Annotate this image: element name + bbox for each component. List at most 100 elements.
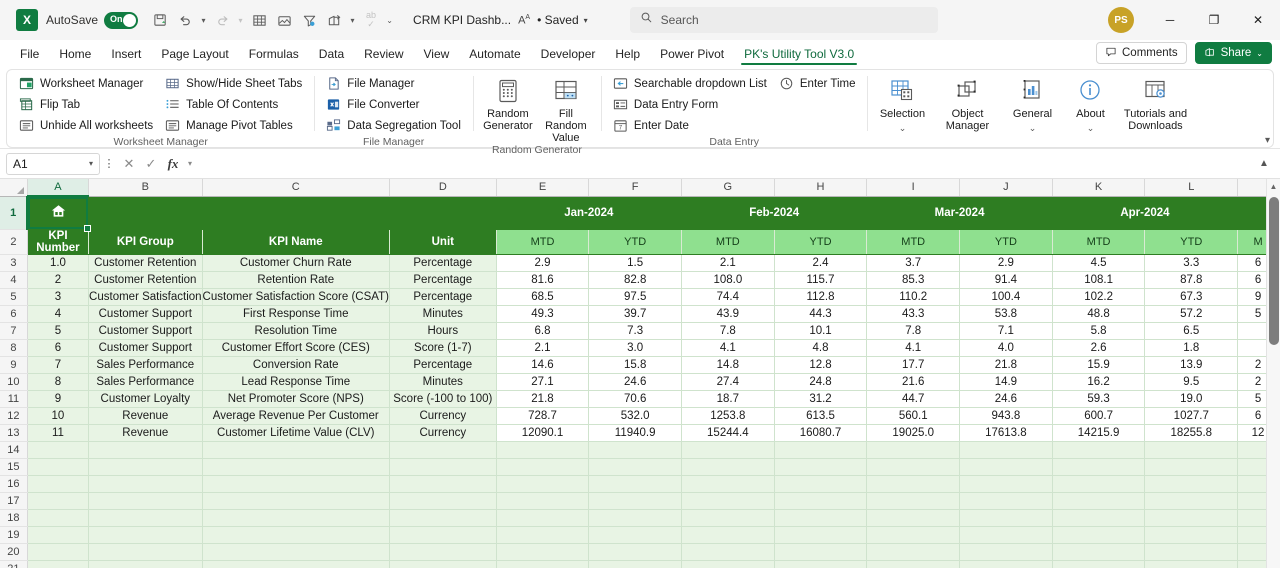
cell-r11-c12[interactable]: 19.0 (1144, 390, 1239, 408)
cell-r19-c4[interactable] (389, 526, 497, 544)
row-header-16[interactable]: 16 (0, 475, 28, 493)
cell-r16-c11[interactable] (1052, 475, 1146, 493)
cell-r20-c4[interactable] (389, 543, 497, 561)
cell-r13-c9[interactable]: 19025.0 (866, 424, 961, 442)
cell-r4-c6[interactable]: 82.8 (588, 271, 682, 289)
cell-r11-c10[interactable]: 24.6 (959, 390, 1053, 408)
cell-r18-c7[interactable] (681, 509, 775, 527)
cell-r18-c3[interactable] (202, 509, 390, 527)
cell-r14-c3[interactable] (202, 441, 390, 459)
column-header-b[interactable]: B (88, 179, 203, 197)
month-header-mar[interactable]: Mar-2024 (866, 196, 1053, 230)
minimize-button[interactable]: ─ (1148, 0, 1192, 40)
cell-r3-c6[interactable]: 1.5 (588, 254, 682, 272)
row-header-10[interactable]: 10 (0, 373, 28, 391)
cell-r19-c3[interactable] (202, 526, 390, 544)
cell-r15-c1[interactable] (27, 458, 90, 476)
share-file-caret[interactable]: ▾ (347, 16, 358, 25)
row-header-21[interactable]: 21 (0, 560, 28, 568)
cell-r6-c7[interactable]: 43.9 (681, 305, 775, 323)
cell-r7-c10[interactable]: 7.1 (959, 322, 1053, 340)
random-generator-button[interactable]: Random Generator (479, 73, 537, 144)
cell-r8-c3[interactable]: Customer Effort Score (CES) (202, 339, 390, 357)
cell-r6-c5[interactable]: 49.3 (496, 305, 590, 323)
cell-r5-c6[interactable]: 97.5 (588, 288, 682, 306)
share-file-icon[interactable] (322, 8, 346, 32)
row-header-17[interactable]: 17 (0, 492, 28, 510)
scroll-up-icon[interactable]: ▲ (1267, 179, 1280, 193)
cell-r7-c2[interactable]: Customer Support (88, 322, 203, 340)
cell-r7-c8[interactable]: 10.1 (774, 322, 868, 340)
row-header-8[interactable]: 8 (0, 339, 28, 357)
cell-r10-c2[interactable]: Sales Performance (88, 373, 203, 391)
cell-r19-c12[interactable] (1144, 526, 1239, 544)
row-header-2[interactable]: 2 (0, 229, 28, 255)
cell-r3-c11[interactable]: 4.5 (1052, 254, 1146, 272)
cell-r3-c10[interactable]: 2.9 (959, 254, 1053, 272)
cell-r3-c4[interactable]: Percentage (389, 254, 497, 272)
header-kpi-name[interactable]: KPI Name (202, 229, 390, 255)
cell-r9-c6[interactable]: 15.8 (588, 356, 682, 374)
cell-r17-c8[interactable] (774, 492, 868, 510)
cell-r14-c5[interactable] (496, 441, 590, 459)
cell-r14-c10[interactable] (959, 441, 1053, 459)
cell-r13-c8[interactable]: 16080.7 (774, 424, 868, 442)
cell-r21-c8[interactable] (774, 560, 868, 568)
cell-r14-c12[interactable] (1144, 441, 1239, 459)
cell-r12-c12[interactable]: 1027.7 (1144, 407, 1239, 425)
row-header-20[interactable]: 20 (0, 543, 28, 561)
cell-r7-c12[interactable]: 6.5 (1144, 322, 1239, 340)
cell-r10-c6[interactable]: 24.6 (588, 373, 682, 391)
cell-r4-c2[interactable]: Customer Retention (88, 271, 203, 289)
row-header-6[interactable]: 6 (0, 305, 28, 323)
cell-r13-c4[interactable]: Currency (389, 424, 497, 442)
cell-r18-c5[interactable] (496, 509, 590, 527)
cell-r3-c8[interactable]: 2.4 (774, 254, 868, 272)
cell-r15-c10[interactable] (959, 458, 1053, 476)
cell-r16-c2[interactable] (88, 475, 203, 493)
cell-r7-c1[interactable]: 5 (27, 322, 90, 340)
save-status[interactable]: • Saved (537, 13, 579, 27)
cell-r14-c6[interactable] (588, 441, 682, 459)
ribbon-collapse-icon[interactable]: ▾ (1265, 135, 1270, 146)
column-header-d[interactable]: D (389, 179, 497, 197)
cell-r13-c6[interactable]: 11940.9 (588, 424, 682, 442)
cell-r21-c5[interactable] (496, 560, 590, 568)
cell-r21-c12[interactable] (1144, 560, 1239, 568)
confirm-formula-icon[interactable]: ✓ (140, 153, 162, 175)
tab-file[interactable]: File (10, 47, 49, 66)
cell-r3-c3[interactable]: Customer Churn Rate (202, 254, 390, 272)
cell-r13-c12[interactable]: 18255.8 (1144, 424, 1239, 442)
cell-c1[interactable] (202, 196, 390, 230)
cell-r16-c10[interactable] (959, 475, 1053, 493)
cell-r16-c9[interactable] (866, 475, 961, 493)
month-header-apr[interactable]: Apr-2024 (1052, 196, 1239, 230)
column-header-a[interactable]: A (27, 179, 90, 197)
cell-a1-home-link[interactable] (27, 196, 91, 231)
cell-r21-c10[interactable] (959, 560, 1053, 568)
row-header-1[interactable]: 1 (0, 196, 29, 230)
cell-r4-c11[interactable]: 108.1 (1052, 271, 1146, 289)
general-button[interactable]: General ⌄ (1003, 73, 1061, 134)
cell-r11-c5[interactable]: 21.8 (496, 390, 590, 408)
cell-r15-c3[interactable] (202, 458, 390, 476)
cell-r18-c12[interactable] (1144, 509, 1239, 527)
cell-r15-c4[interactable] (389, 458, 497, 476)
cell-r8-c2[interactable]: Customer Support (88, 339, 203, 357)
cell-r9-c10[interactable]: 21.8 (959, 356, 1053, 374)
cell-r9-c7[interactable]: 14.8 (681, 356, 775, 374)
cell-r10-c8[interactable]: 24.8 (774, 373, 868, 391)
cell-r10-c11[interactable]: 16.2 (1052, 373, 1146, 391)
cell-r16-c1[interactable] (27, 475, 90, 493)
cell-r14-c2[interactable] (88, 441, 203, 459)
tab-home[interactable]: Home (49, 47, 101, 66)
object-manager-button[interactable]: Object Manager (931, 73, 1003, 134)
row-header-4[interactable]: 4 (0, 271, 28, 289)
tab-view[interactable]: View (414, 47, 460, 66)
cell-r7-c5[interactable]: 6.8 (496, 322, 590, 340)
tab-review[interactable]: Review (354, 47, 413, 66)
cell-r5-c10[interactable]: 100.4 (959, 288, 1053, 306)
column-header-l[interactable]: L (1144, 179, 1239, 197)
row-header-15[interactable]: 15 (0, 458, 28, 476)
row-header-12[interactable]: 12 (0, 407, 28, 425)
